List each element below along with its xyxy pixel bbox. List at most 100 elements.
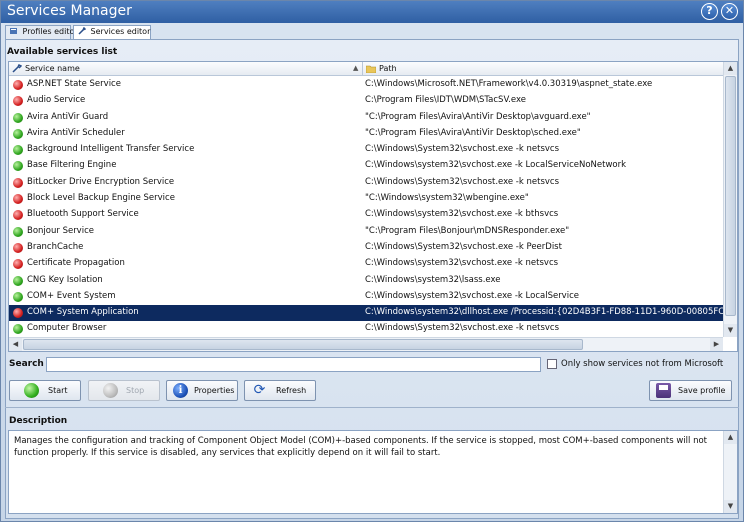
save-disk-icon bbox=[656, 383, 671, 398]
service-name-cell: CNG Key Isolation bbox=[27, 274, 103, 285]
stop-button-label: Stop bbox=[126, 386, 145, 395]
column-header-service-name[interactable]: Service name ▲ bbox=[9, 62, 363, 76]
tab-profiles-editor-label: Profiles editor bbox=[22, 27, 78, 36]
service-row[interactable]: Certificate Propagation C:\Windows\system… bbox=[9, 256, 723, 272]
properties-button-label: Properties bbox=[194, 386, 235, 395]
start-button-label: Start bbox=[48, 386, 68, 395]
available-services-label: Available services list bbox=[7, 47, 118, 57]
description-scrollbar[interactable]: ▲ ▼ bbox=[723, 431, 737, 513]
column-header-path-label: Path bbox=[379, 64, 397, 73]
info-icon: i bbox=[173, 383, 188, 398]
service-row[interactable]: Avira AntiVir Scheduler "C:\Program Files… bbox=[9, 126, 723, 142]
service-row[interactable]: COM+ System Application C:\Windows\system… bbox=[9, 305, 723, 322]
horizontal-scrollbar[interactable]: ◀ ▶ bbox=[9, 337, 723, 351]
service-name-cell: Base Filtering Engine bbox=[27, 160, 117, 171]
properties-button[interactable]: i Properties bbox=[166, 380, 238, 401]
running-status-icon bbox=[13, 275, 23, 286]
service-path-cell: C:\Windows\system32\svchost.exe -k Local… bbox=[365, 160, 627, 171]
search-input[interactable] bbox=[46, 357, 541, 372]
service-row[interactable]: Avira AntiVir Guard "C:\Program Files\Avi… bbox=[9, 110, 723, 126]
profiles-icon bbox=[10, 28, 17, 34]
service-name-cell: COM+ System Application bbox=[27, 307, 139, 318]
services-grid: Service name ▲ Path ASP.NET State Servic… bbox=[8, 61, 738, 352]
grid-header: Service name ▲ Path bbox=[9, 62, 723, 76]
folder-icon bbox=[366, 65, 376, 73]
column-header-path[interactable]: Path bbox=[363, 62, 723, 76]
service-path-cell: C:\Windows\Microsoft.NET\Framework\v4.0.… bbox=[365, 79, 653, 89]
service-row[interactable]: Audio Service C:\Program Files\IDT\WDM\ST… bbox=[9, 93, 723, 109]
stopped-status-icon bbox=[13, 259, 23, 270]
service-row[interactable]: Computer Browser C:\Windows\System32\svch… bbox=[9, 321, 723, 337]
scroll-thumb[interactable] bbox=[725, 76, 736, 316]
scroll-right-icon[interactable]: ▶ bbox=[710, 338, 723, 351]
divider bbox=[5, 407, 739, 408]
service-row[interactable]: ASP.NET State Service C:\Windows\Microsof… bbox=[9, 77, 723, 93]
service-path-cell: C:\Windows\System32\svchost.exe -k PeerD… bbox=[365, 241, 562, 252]
stop-button[interactable]: Stop bbox=[88, 380, 160, 401]
service-row[interactable]: Bluetooth Support Service C:\Windows\syst… bbox=[9, 207, 723, 223]
service-path-cell: C:\Windows\System32\svchost.exe -k netsv… bbox=[365, 323, 560, 334]
h-scroll-thumb[interactable] bbox=[23, 339, 583, 350]
service-row[interactable]: BranchCache C:\Windows\System32\svchost.e… bbox=[9, 240, 723, 256]
stop-icon bbox=[103, 383, 118, 398]
tab-services-editor[interactable]: Services editor bbox=[73, 25, 151, 40]
close-icon[interactable]: ✕ bbox=[721, 3, 738, 20]
service-name-cell: COM+ Event System bbox=[27, 290, 116, 301]
service-name-cell: Computer Browser bbox=[27, 323, 107, 334]
service-path-cell: C:\Windows\system32\dllhost.exe /Process… bbox=[365, 307, 723, 318]
scroll-left-icon[interactable]: ◀ bbox=[9, 338, 22, 351]
services-rows: ASP.NET State Service C:\Windows\Microsof… bbox=[9, 77, 723, 338]
stopped-status-icon bbox=[13, 96, 23, 107]
service-name-cell: ASP.NET State Service bbox=[27, 79, 121, 89]
services-manager-window: Services Manager ? ✕ Profiles editor Ser… bbox=[0, 0, 744, 522]
service-path-cell: "C:\Windows\system32\wbengine.exe" bbox=[365, 193, 529, 204]
service-path-cell: C:\Windows\system32\svchost.exe -k netsv… bbox=[365, 258, 559, 269]
service-path-cell: C:\Windows\system32\svchost.exe -k bthsv… bbox=[365, 209, 559, 220]
tab-profiles-editor[interactable]: Profiles editor bbox=[5, 25, 78, 40]
refresh-button[interactable]: ⟳ Refresh bbox=[244, 380, 316, 401]
only-non-microsoft-label[interactable]: Only show services not from Microsoft bbox=[561, 359, 723, 369]
running-status-icon bbox=[13, 145, 23, 156]
service-path-cell: C:\Windows\system32\lsass.exe bbox=[365, 274, 501, 285]
service-row[interactable]: Bonjour Service "C:\Program Files\Bonjour… bbox=[9, 224, 723, 240]
description-label: Description bbox=[9, 416, 68, 426]
help-icon[interactable]: ? bbox=[701, 3, 718, 20]
service-row[interactable]: BitLocker Drive Encryption Service C:\Win… bbox=[9, 175, 723, 191]
sort-ascending-icon: ▲ bbox=[353, 64, 359, 72]
running-status-icon bbox=[13, 324, 23, 335]
start-icon bbox=[24, 383, 39, 398]
service-row[interactable]: Block Level Backup Engine Service "C:\Win… bbox=[9, 191, 723, 207]
only-non-microsoft-checkbox[interactable] bbox=[547, 359, 557, 369]
description-box: Manages the configuration and tracking o… bbox=[8, 430, 738, 514]
stopped-status-icon bbox=[13, 80, 23, 90]
stopped-status-icon bbox=[13, 177, 23, 188]
service-row[interactable]: CNG Key Isolation C:\Windows\system32\lsa… bbox=[9, 273, 723, 289]
service-path-cell: C:\Windows\system32\svchost.exe -k Local… bbox=[365, 290, 579, 301]
wrench-icon bbox=[78, 27, 86, 35]
search-label: Search bbox=[9, 359, 44, 369]
service-row[interactable]: Background Intelligent Transfer Service C… bbox=[9, 142, 723, 158]
scroll-up-icon[interactable]: ▲ bbox=[724, 62, 737, 75]
service-name-cell: Bonjour Service bbox=[27, 225, 94, 236]
save-profile-button[interactable]: Save profile bbox=[649, 380, 732, 401]
service-path-cell: "C:\Program Files\Avira\AntiVir Desktop\… bbox=[365, 111, 591, 122]
stopped-status-icon bbox=[13, 194, 23, 205]
service-path-cell: C:\Windows\System32\svchost.exe -k netsv… bbox=[365, 144, 560, 155]
service-name-cell: Avira AntiVir Scheduler bbox=[27, 127, 125, 138]
service-path-cell: "C:\Program Files\Avira\AntiVir Desktop\… bbox=[365, 127, 581, 138]
scroll-down-icon[interactable]: ▼ bbox=[724, 324, 737, 337]
service-row[interactable]: Base Filtering Engine C:\Windows\system32… bbox=[9, 158, 723, 174]
window-title: Services Manager bbox=[7, 3, 132, 19]
desc-scroll-up-icon[interactable]: ▲ bbox=[724, 431, 737, 444]
column-header-service-name-label: Service name bbox=[25, 64, 80, 73]
start-button[interactable]: Start bbox=[9, 380, 81, 401]
service-path-cell: C:\Program Files\IDT\WDM\STacSV.exe bbox=[365, 95, 526, 106]
service-name-cell: Audio Service bbox=[27, 95, 86, 106]
running-status-icon bbox=[13, 226, 23, 237]
description-text: Manages the configuration and tracking o… bbox=[14, 436, 708, 458]
desc-scroll-down-icon[interactable]: ▼ bbox=[724, 500, 737, 513]
vertical-scrollbar[interactable]: ▲ ▼ bbox=[723, 62, 737, 337]
service-row[interactable]: COM+ Event System C:\Windows\system32\svc… bbox=[9, 289, 723, 305]
running-status-icon bbox=[13, 112, 23, 123]
refresh-icon: ⟳ bbox=[253, 382, 266, 398]
